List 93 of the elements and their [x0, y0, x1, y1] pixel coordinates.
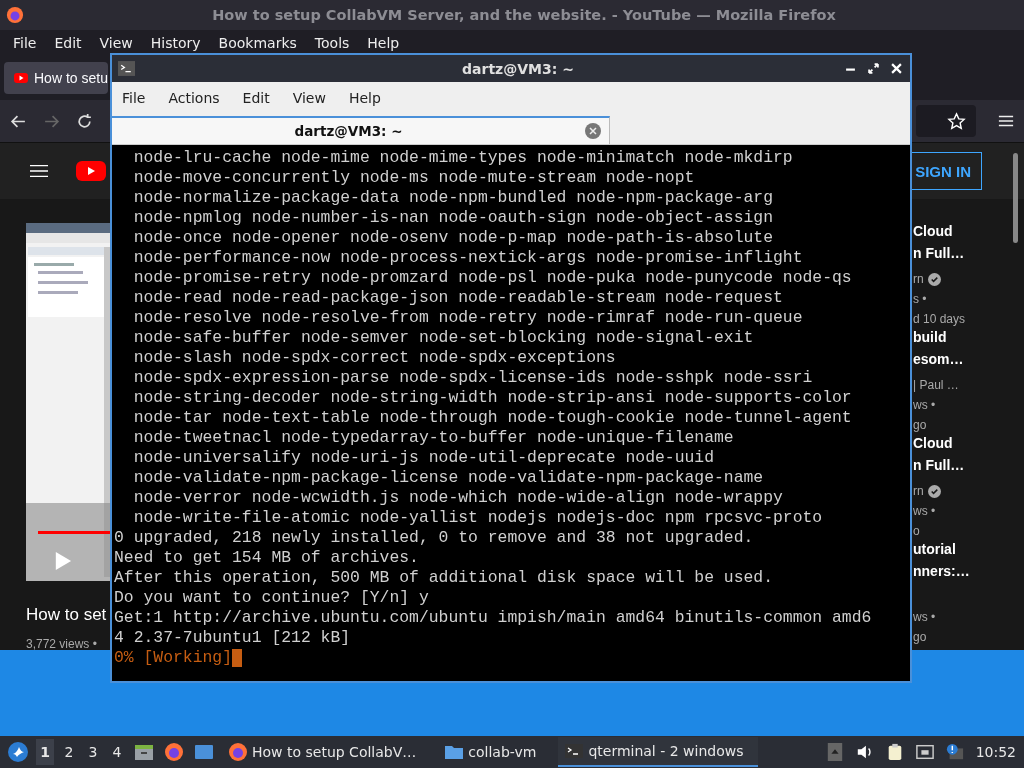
workspace-button[interactable]: 3 [84, 739, 102, 765]
maximize-icon[interactable] [868, 63, 879, 74]
video-title[interactable]: How to set [26, 605, 107, 625]
video-title[interactable]: n Full… [913, 457, 1013, 479]
video-title[interactable]: n Full… [913, 245, 1013, 267]
menu-item[interactable]: Bookmarks [209, 35, 306, 51]
video-meta: ws • [913, 504, 936, 518]
progress-line: 0% [Working] [114, 648, 233, 668]
terminal-line: node-safe-buffer node-semver node-set-blocking node-signal-exit [132, 328, 754, 348]
menu-item[interactable]: View [90, 35, 142, 51]
terminal-line: node-tweetnacl node-typedarray-to-buffer node-unique-filename [132, 428, 734, 448]
browser-tab[interactable]: How to setu [4, 62, 108, 94]
terminal-line: node-slash node-spdx-correct node-spdx-exceptions [132, 348, 616, 368]
terminal-line: node-move-concurrently node-ms node-mute-stream node-nopt [132, 168, 695, 188]
close-icon[interactable] [891, 63, 902, 74]
video-icon [14, 73, 28, 83]
video-title[interactable]: Cloud [913, 223, 1013, 245]
terminal-line: Do you want to continue? [Y/n] y [114, 588, 429, 608]
star-icon[interactable] [947, 111, 966, 131]
video-title[interactable]: Cloud [913, 435, 1013, 457]
menu-item[interactable]: Help [358, 35, 409, 51]
task-button[interactable]: collab-vm [438, 737, 543, 767]
terminal-line: node-universalify node-uri-js node-util-deprecate node-uuid [132, 448, 714, 468]
video-meta: | Paul … [913, 378, 959, 392]
terminal-line: node-validate-npm-package-license node-validate-npm-package-name [132, 468, 764, 488]
menu-item[interactable]: Edit [45, 35, 91, 51]
terminal-line: node-lru-cache node-mime node-mime-types node-minimatch node-mkdirp [132, 148, 793, 168]
menu-item[interactable]: View [284, 90, 334, 106]
terminal-line: Need to get 154 MB of archives. [114, 548, 419, 568]
window-title: How to setup CollabVM Server, and the website. - YouTube — Mozilla Firefox [211, 7, 837, 23]
terminal-line: 0 upgraded, 218 newly installed, 0 to remove and 38 not upgraded. [114, 528, 754, 548]
firefox-icon[interactable] [164, 742, 184, 762]
terminal-line: Get:1 http://archive.ubuntu.com/ubuntu impish/main amd64 binutils-common amd6 [114, 608, 872, 628]
video-title[interactable]: esom… [913, 351, 1013, 373]
terminal-line: node-promise-retry node-promzard node-psl node-puka node-punycode node-qs [132, 268, 852, 288]
terminal-line: node-read node-read-package-json node-readable-stream node-request [132, 288, 783, 308]
window-title: dartz@VM3: ~ [461, 60, 575, 77]
terminal-line: node-resolve node-resolve-from node-retry node-rimraf node-run-queue [132, 308, 803, 328]
video-title[interactable]: nners:… [913, 563, 1013, 585]
firefox-icon [228, 742, 248, 762]
video-meta: d 10 days [913, 312, 966, 326]
menu-item[interactable]: File [114, 90, 154, 106]
verified-icon [927, 484, 941, 498]
video-meta: ws • [913, 398, 936, 412]
verified-icon [927, 272, 941, 286]
view-count: 3,772 views • [26, 637, 97, 650]
video-title[interactable]: build [913, 329, 1013, 351]
workspace-button[interactable]: 1 [36, 739, 54, 765]
terminal-line: node-normalize-package-data node-npm-bundled node-npm-package-arg [132, 188, 773, 208]
clock: 10:52 [975, 744, 1016, 760]
menu-icon[interactable] [998, 114, 1014, 128]
terminal-icon [118, 61, 135, 76]
terminal-line: node-string-decoder node-string-width node-strip-ansi node-supports-color [132, 388, 852, 408]
video-meta: go [913, 630, 927, 644]
menu-item[interactable]: Actions [160, 90, 228, 106]
video-logo-icon [76, 161, 106, 181]
terminal-icon [564, 741, 585, 761]
workspace-button[interactable]: 2 [60, 739, 78, 765]
video-meta: s • [913, 292, 927, 306]
terminal-line: node-once node-opener node-osenv node-p-map node-path-is-absolute [132, 228, 773, 248]
terminal-line: node-npmlog node-number-is-nan node-oauth-sign node-object-assign [132, 208, 773, 228]
video-title[interactable]: utorial [913, 541, 1013, 563]
terminal-line: node-spdx-expression-parse node-spdx-license-ids node-sshpk node-ssri [132, 368, 813, 388]
reload-icon[interactable] [76, 112, 93, 130]
start-menu-icon[interactable] [8, 742, 28, 762]
task-button[interactable]: How to setup CollabV… [222, 737, 423, 767]
window-icon[interactable] [194, 742, 214, 762]
menu-item[interactable]: Tools [305, 35, 359, 51]
video-meta: rn [913, 484, 924, 498]
terminal-line: node-write-file-atomic node-yallist nodejs nodejs-doc npm rpcsvc-proto [132, 508, 823, 528]
terminal-line: After this operation, 500 MB of additional disk space will be used. [114, 568, 773, 588]
task-button[interactable]: qterminal - 2 windows [558, 737, 759, 767]
workspace-button[interactable]: 4 [108, 739, 126, 765]
video-meta: ws • [913, 610, 936, 624]
volume-icon[interactable] [855, 743, 874, 761]
file-cabinet-icon[interactable] [134, 742, 154, 762]
menu-item[interactable]: File [4, 35, 46, 51]
menu-item[interactable]: History [141, 35, 210, 51]
menu-item[interactable]: Edit [234, 90, 278, 106]
terminal-tab[interactable]: dartz@VM3: ~ [112, 116, 610, 144]
terminal-line: 4 2.37-7ubuntu1 [212 kB] [114, 628, 351, 648]
terminal-line: node-performance-now node-process-nextick-args node-promise-inflight [132, 248, 803, 268]
scrollbar[interactable] [1013, 153, 1018, 243]
address-field[interactable] [916, 105, 976, 137]
video-meta: o [913, 524, 920, 538]
text-cursor [232, 649, 243, 667]
terminal-line: node-tar node-text-table node-through node-tough-cookie node-tunnel-agent [132, 408, 852, 428]
video-meta: rn [913, 272, 924, 286]
notification-icon[interactable] [945, 743, 964, 761]
terminal-line: node-verror node-wcwidth.js node-which node-wide-align node-wrappy [132, 488, 783, 508]
video-meta: go [913, 418, 927, 432]
menu-item[interactable]: Help [340, 90, 389, 106]
firefox-icon [6, 6, 24, 24]
